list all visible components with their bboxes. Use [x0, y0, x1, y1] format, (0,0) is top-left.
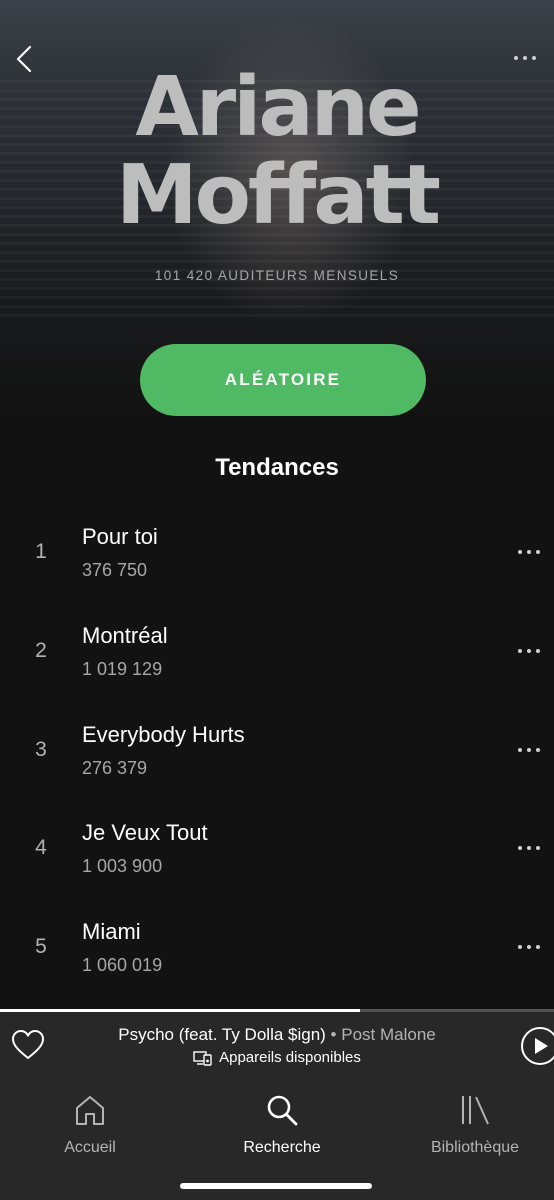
track-row[interactable]: 3 Everybody Hurts 276 379: [0, 702, 554, 801]
track-rank: 2: [35, 638, 47, 662]
now-playing-info: Psycho (feat. Ty Dolla $ign) • Post Malo…: [60, 1025, 494, 1045]
play-icon: [521, 1027, 554, 1065]
shuffle-play-button[interactable]: ALÉATOIRE: [140, 344, 426, 416]
track-title: Miami: [82, 919, 141, 945]
playback-progress: [0, 1009, 554, 1012]
track-row[interactable]: 4 Je Veux Tout 1 003 900: [0, 800, 554, 899]
tab-home-label: Accueil: [64, 1139, 116, 1156]
more-icon: [518, 550, 540, 554]
track-rank: 4: [35, 836, 47, 860]
track-row[interactable]: 2 Montréal 1 019 129: [0, 603, 554, 702]
home-indicator: [180, 1183, 372, 1189]
track-rank: 1: [35, 540, 47, 563]
tab-library[interactable]: Bibliothèque: [383, 1093, 554, 1163]
track-play-count: 1 019 129: [82, 658, 163, 679]
artist-name-line1: Ariane: [135, 60, 421, 155]
track-row[interactable]: 1 Pour toi 376 750: [0, 504, 554, 603]
devices-icon: [193, 1050, 212, 1066]
devices-available[interactable]: Appareils disponibles: [60, 1049, 494, 1066]
playback-progress-fill: [0, 1009, 361, 1012]
track-list: 1 Pour toi 376 750 2 Montréal 1 019 129 …: [0, 504, 554, 998]
track-title: Je Veux Tout: [82, 820, 208, 846]
search-icon: [267, 1095, 298, 1126]
track-rank: 5: [35, 935, 47, 959]
library-icon: [462, 1096, 489, 1125]
now-playing-artist: Post Malone: [341, 1025, 436, 1044]
tab-search[interactable]: Recherche: [190, 1093, 374, 1163]
more-icon: [514, 56, 536, 60]
section-title-trending: Tendances: [215, 454, 339, 481]
track-play-count: 276 379: [82, 757, 148, 778]
now-playing-bar[interactable]: Psycho (feat. Ty Dolla $ign) • Post Malo…: [0, 1009, 554, 1079]
track-more-button[interactable]: [512, 540, 546, 564]
more-icon: [518, 846, 540, 851]
track-play-count: 376 750: [82, 560, 148, 580]
home-icon: [76, 1096, 104, 1125]
track-title: Pour toi: [82, 524, 158, 549]
heart-icon: [11, 1029, 45, 1060]
track-rank: 3: [35, 737, 47, 761]
more-icon: [518, 747, 540, 752]
monthly-listeners: 101 420 AUDITEURS MENSUELS: [154, 268, 400, 283]
more-icon: [518, 648, 540, 653]
more-icon: [518, 945, 540, 950]
track-title: Everybody Hurts: [82, 721, 245, 747]
track-more-button[interactable]: [512, 935, 546, 959]
track-more-button[interactable]: [512, 836, 546, 860]
artist-name-line2: Moffatt: [115, 148, 441, 243]
like-button[interactable]: [10, 1028, 46, 1062]
now-playing-separator: •: [325, 1025, 342, 1044]
track-play-count: 1 003 900: [82, 856, 163, 877]
track-more-button[interactable]: [512, 738, 546, 762]
track-row[interactable]: 5 Miami 1 060 019: [0, 899, 554, 998]
now-playing-title: Psycho (feat. Ty Dolla $ign): [118, 1025, 326, 1044]
play-button[interactable]: [520, 1026, 554, 1066]
devices-label: Appareils disponibles: [219, 1049, 361, 1066]
tab-library-label: Bibliothèque: [430, 1139, 520, 1156]
track-title: Montréal: [82, 622, 168, 648]
tab-home[interactable]: Accueil: [0, 1093, 182, 1163]
track-play-count: 1 060 019: [82, 955, 163, 976]
tab-search-label: Recherche: [243, 1139, 321, 1156]
track-more-button[interactable]: [512, 639, 546, 663]
bottom-tab-bar: Accueil Recherche Bibliothèque: [0, 1079, 554, 1200]
